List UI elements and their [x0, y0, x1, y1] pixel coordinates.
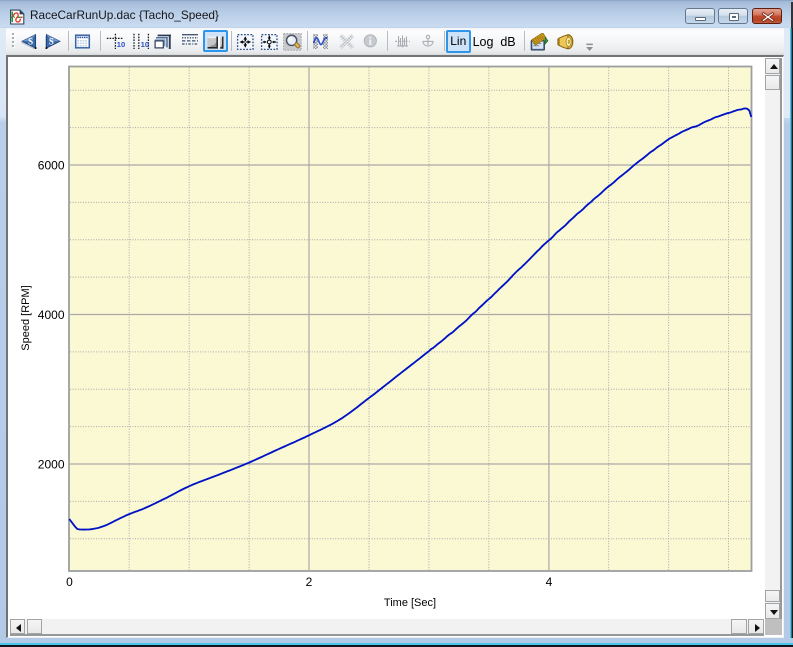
svg-text:10: 10 [117, 40, 125, 49]
svg-text:10: 10 [140, 40, 148, 49]
svg-text:Speed [RPM]: Speed [RPM] [20, 285, 32, 350]
svg-text:2: 2 [306, 575, 313, 589]
svg-text:S: S [48, 37, 53, 47]
svg-text:S: S [28, 37, 33, 47]
svg-text:2000: 2000 [38, 457, 65, 471]
svg-text:Time [Sec]: Time [Sec] [384, 597, 436, 609]
svg-text:6000: 6000 [38, 158, 65, 172]
svg-text:4: 4 [546, 575, 553, 589]
svg-text:0: 0 [66, 575, 73, 589]
svg-text:4000: 4000 [38, 308, 65, 322]
